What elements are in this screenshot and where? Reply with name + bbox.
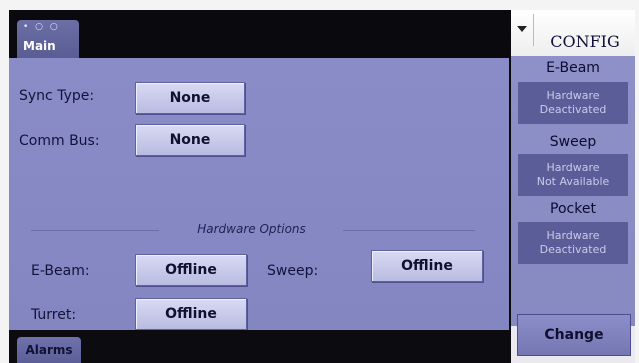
pocket-status-heading: Pocket [550,201,596,217]
alarms-button[interactable]: Alarms [17,337,81,363]
sweep-status-line2: Not Available [536,175,610,188]
device-screen: • ○ ○ Main Sync Type: None Comm Bus: Non… [9,10,635,363]
ebeam-status-box: Hardware Deactivated [518,82,628,124]
sweep-button[interactable]: Offline [371,250,483,282]
ebeam-label: E-Beam: [31,263,90,279]
turret-button[interactable]: Offline [135,298,247,330]
ebeam-button[interactable]: Offline [135,254,247,286]
bottom-bar: Alarms [9,330,509,363]
main-tab[interactable]: • ○ ○ Main [17,20,79,58]
ebeam-status-heading: E-Beam [546,60,600,76]
main-panel: Sync Type: None Comm Bus: None Hardware … [9,58,509,330]
config-header[interactable]: CONFIG [511,10,635,56]
top-bar: • ○ ○ Main [9,10,509,58]
section-divider-right [343,230,475,231]
pocket-status-line2: Deactivated [539,243,607,256]
ebeam-status-line2: Deactivated [539,103,607,116]
header-separator [533,14,534,46]
comm-bus-label: Comm Bus: [19,133,100,149]
hardware-options-title: Hardware Options [197,222,306,236]
config-panel: CONFIG E-Beam Hardware Deactivated Sweep… [511,10,635,363]
sweep-status-line1: Hardware [546,161,600,174]
ebeam-status-line1: Hardware [546,89,600,102]
pocket-status-line1: Hardware [546,229,600,242]
config-title: CONFIG [550,32,620,51]
main-tab-label: Main [23,39,56,53]
comm-bus-button[interactable]: None [135,124,245,156]
sweep-status-box: Hardware Not Available [518,154,628,196]
change-button[interactable]: Change [517,314,631,356]
page-indicator-dots: • ○ ○ [23,22,60,32]
sync-type-label: Sync Type: [19,88,95,104]
sweep-label: Sweep: [267,263,319,279]
sweep-status-heading: Sweep [549,134,597,150]
sync-type-button[interactable]: None [135,82,245,114]
turret-label: Turret: [31,307,77,323]
section-divider-left [31,230,159,231]
pocket-status-box: Hardware Deactivated [518,222,628,264]
chevron-down-icon[interactable] [517,26,527,32]
